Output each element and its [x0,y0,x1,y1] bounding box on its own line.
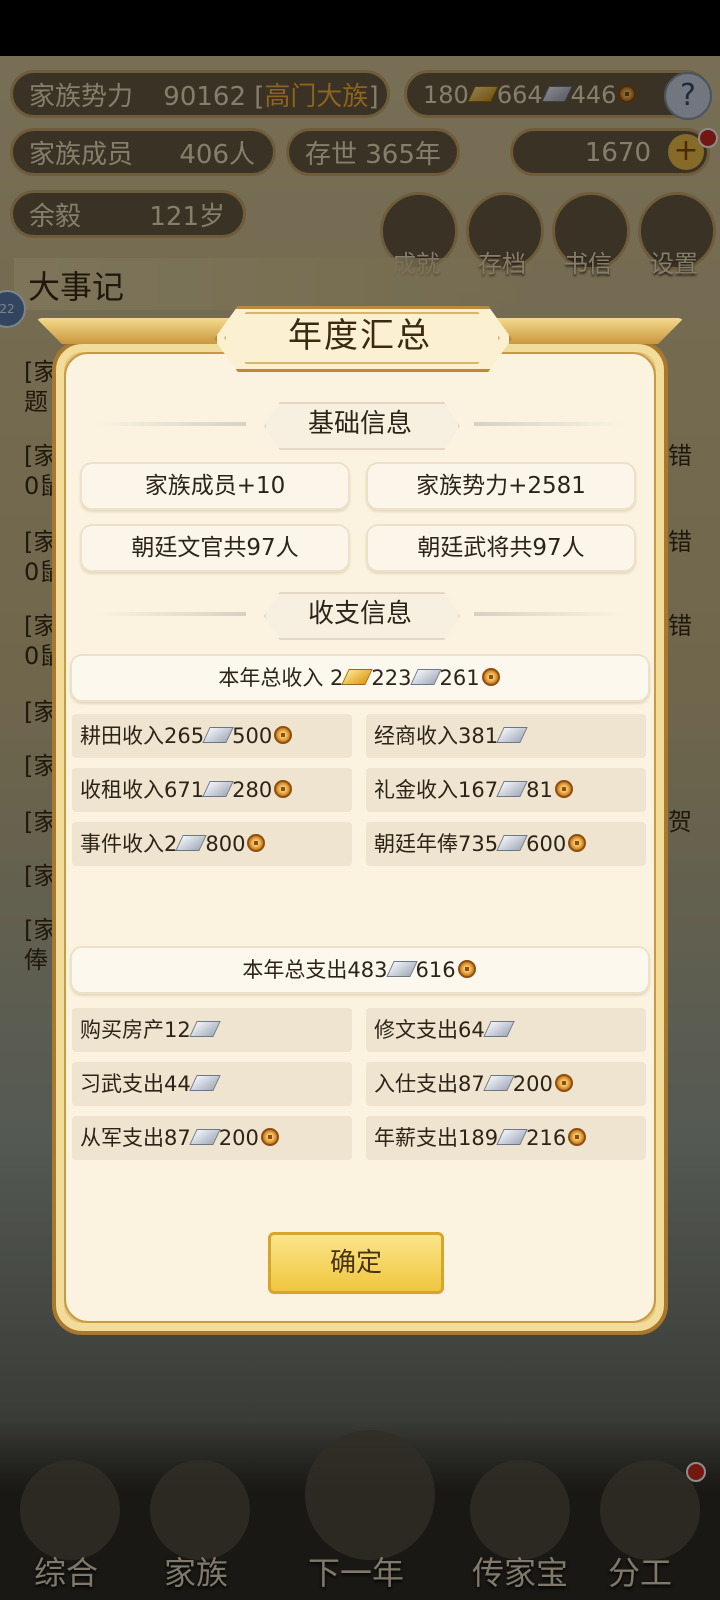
expense-total-label: 本年总支出483 [242,958,388,982]
row-label: 收租收入671 [80,778,205,802]
copper-coin-icon [260,1128,279,1146]
silver-ingot-icon [483,1075,515,1091]
section-title: 基础信息 [307,409,412,439]
copper-coin-icon [457,960,476,978]
row-value: 200 [512,1072,553,1096]
expense-row: 购买房产12 [72,1008,352,1052]
silver-ingot-icon [496,727,528,743]
row-label: 购买房产12 [80,1018,191,1042]
income-total-silver: 223 [371,666,412,690]
silver-ingot-icon [496,781,528,797]
income-row: 礼金收入167 81 [366,768,646,812]
income-total-label: 本年总收入 2 [218,666,344,690]
row-label: 礼金收入167 [374,778,499,802]
silver-ingot-icon [409,669,442,685]
divider-left [96,612,246,616]
income-row: 事件收入2 800 [72,822,352,866]
confirm-button[interactable]: 确定 [268,1232,444,1294]
copper-coin-icon [481,668,500,686]
silver-ingot-icon [189,1075,221,1091]
basic-info-card: 家族成员+10 [80,462,350,510]
silver-ingot-icon [496,1129,528,1145]
income-row: 经商收入381 [366,714,646,758]
expense-row: 习武支出44 [72,1062,352,1106]
expense-row: 修文支出64 [366,1008,646,1052]
row-label: 从军支出87 [80,1126,191,1150]
row-label: 经商收入381 [374,724,499,748]
row-value: 216 [526,1126,567,1150]
silver-ingot-icon [202,727,234,743]
copper-coin-icon [274,780,293,798]
copper-coin-icon [568,1128,587,1146]
row-label: 修文支出64 [374,1018,485,1042]
finance-info-header: 收支信息 [96,592,624,640]
silver-ingot-icon [385,961,418,977]
expense-row: 从军支出87 200 [72,1116,352,1160]
basic-info-card: 家族势力+2581 [366,462,636,510]
row-value: 800 [205,832,246,856]
row-value: 500 [232,724,273,748]
section-title: 收支信息 [307,599,412,629]
copper-coin-icon [554,780,573,798]
expense-total-value: 616 [415,958,456,982]
row-value: 200 [218,1126,259,1150]
income-row: 朝廷年俸735 600 [366,822,646,866]
divider-right [474,612,624,616]
row-value: 280 [232,778,273,802]
income-total-bar: 本年总收入 2 223 261 [70,654,650,702]
row-label: 年薪支出189 [374,1126,499,1150]
row-label: 事件收入2 [80,832,178,856]
copper-coin-icon [554,1074,573,1092]
row-label: 耕田收入265 [80,724,205,748]
income-row: 收租收入671 280 [72,768,352,812]
row-label: 朝廷年俸735 [374,832,499,856]
silver-ingot-icon [496,835,528,851]
silver-ingot-icon [189,1129,221,1145]
silver-ingot-icon [483,1021,515,1037]
divider-right [474,422,624,426]
basic-info-card: 朝廷武将共97人 [366,524,636,572]
copper-coin-icon [274,726,293,744]
copper-coin-icon [247,834,266,852]
silver-ingot-icon [202,781,234,797]
basic-info-header: 基础信息 [96,402,624,450]
income-total-coin: 261 [439,666,480,690]
status-bar [0,0,720,56]
divider-left [96,422,246,426]
expense-total-bar: 本年总支出483 616 [70,946,650,994]
modal-title: 年度汇总 [288,316,432,356]
expense-row: 年薪支出189 216 [366,1116,646,1160]
income-row: 耕田收入265 500 [72,714,352,758]
basic-info-card: 朝廷文官共97人 [80,524,350,572]
gold-ingot-icon [341,669,374,685]
row-label: 习武支出44 [80,1072,191,1096]
copper-coin-icon [568,834,587,852]
row-value: 600 [526,832,567,856]
row-value: 81 [526,778,553,802]
silver-ingot-icon [189,1021,221,1037]
expense-row: 入仕支出87 200 [366,1062,646,1106]
silver-ingot-icon [175,835,208,851]
row-label: 入仕支出87 [374,1072,485,1096]
